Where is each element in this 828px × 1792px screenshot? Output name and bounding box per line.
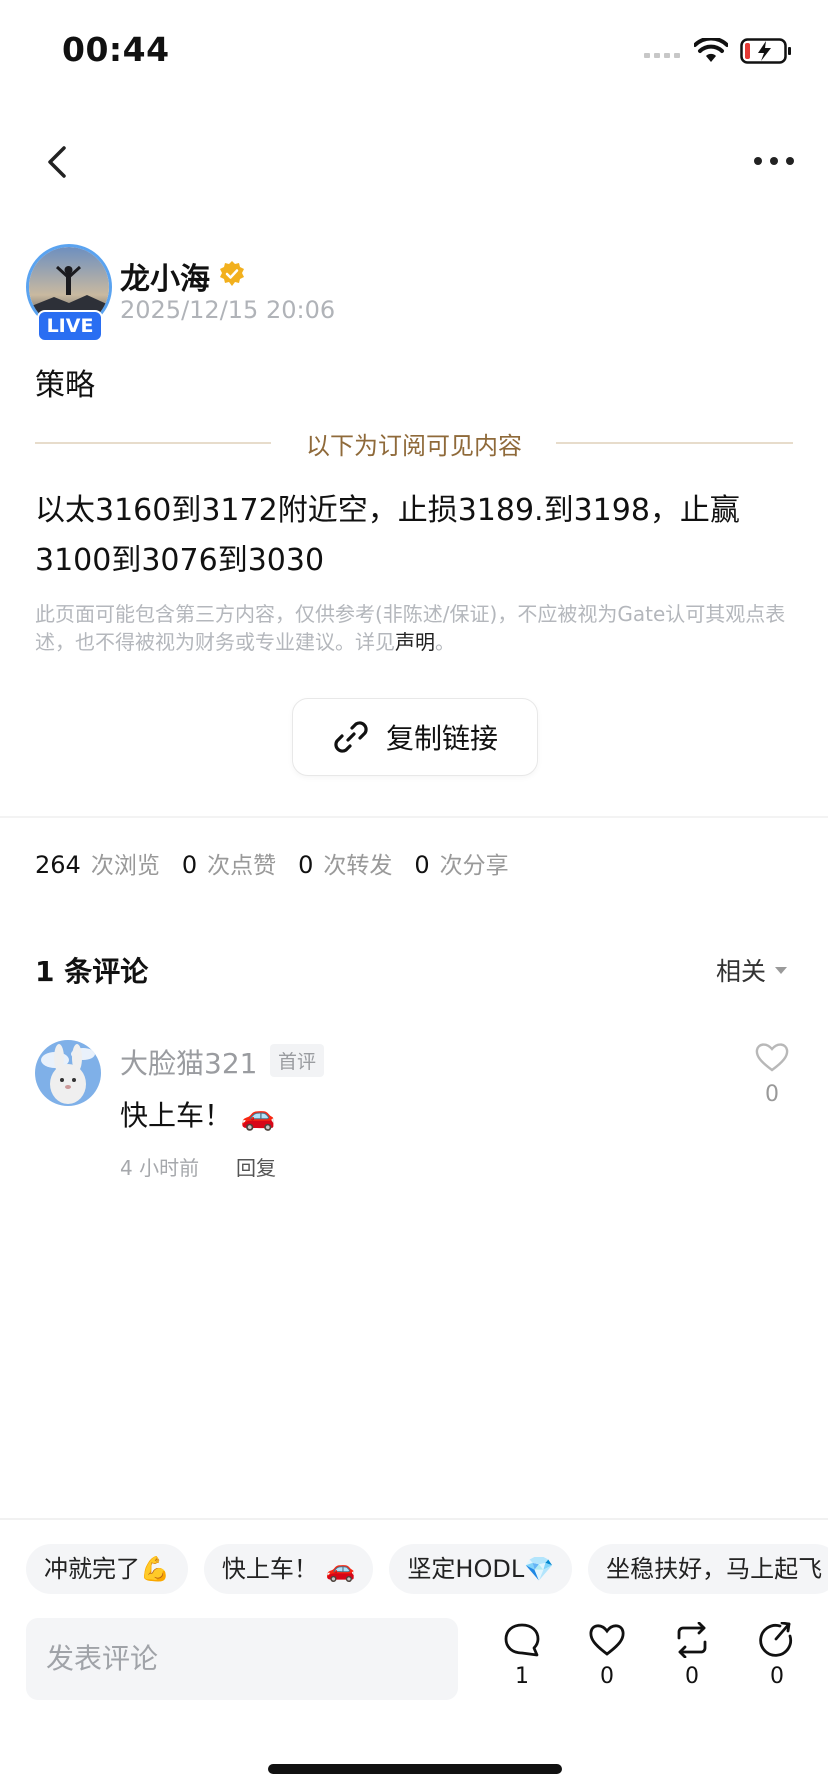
comment-input[interactable]: 发表评论 (26, 1618, 458, 1700)
post-body: 以太3160到3172附近空，止损3189.到3198，止赢3100到3076到… (35, 493, 740, 578)
comment-count: 1 (515, 1664, 529, 1689)
heart-icon (755, 1043, 789, 1072)
live-badge[interactable]: LIVE (37, 310, 103, 342)
share-count: 0 (770, 1664, 784, 1689)
repost-count: 0 (685, 1664, 699, 1689)
comment-time: 4 小时前 (120, 1156, 200, 1180)
sort-label: 相关 (715, 957, 766, 986)
comment-like-count: 0 (765, 1082, 779, 1107)
reposts-count: 0 (298, 851, 314, 879)
verified-badge-icon (218, 260, 246, 288)
more-dots-icon (754, 157, 794, 165)
back-button[interactable] (36, 140, 80, 184)
first-comment-tag: 首评 (270, 1044, 325, 1077)
disclaimer: 此页面可能包含第三方内容，仅供参考(非陈述/保证)，不应被视为Gate认可其观点… (35, 600, 795, 656)
disclaimer-link[interactable]: 声明 (395, 630, 435, 654)
subscriber-divider-text: 以下为订阅可见内容 (282, 432, 546, 460)
link-icon (334, 721, 368, 753)
comment-bubble-icon (504, 1623, 540, 1657)
copy-link-button[interactable]: 复制链接 (292, 698, 538, 776)
more-button[interactable] (750, 146, 798, 176)
post-timestamp: 2025/12/15 20:06 (120, 296, 336, 324)
heart-icon (589, 1624, 625, 1656)
disclaimer-end: 。 (435, 630, 455, 654)
status-icons (644, 36, 792, 70)
copy-link-label: 复制链接 (385, 722, 498, 755)
comment-username[interactable]: 大脸猫321 (120, 1042, 257, 1082)
avatar-image (35, 1040, 101, 1106)
comment-reply-button[interactable]: 回复 (236, 1152, 276, 1181)
quick-reply-chip[interactable]: 快上车！ 🚗 (203, 1544, 374, 1594)
home-indicator[interactable] (268, 1764, 562, 1774)
share-action-button[interactable]: 0 (752, 1622, 802, 1689)
chevron-left-icon (48, 146, 66, 178)
comment-avatar[interactable] (35, 1040, 101, 1106)
repost-action-button[interactable]: 0 (667, 1622, 717, 1689)
shares-label: 次分享 (439, 853, 509, 879)
sort-dropdown[interactable]: 相关 (716, 952, 788, 988)
likes-label: 次点赞 (207, 853, 277, 879)
caret-down-icon (775, 967, 787, 974)
quick-replies: 冲就完了💪 快上车！ 🚗 坚定HODL💎 坐稳扶好，马上起飞 (26, 1544, 828, 1594)
post-title: 策略 (35, 368, 95, 403)
bottom-bar-separator (0, 1518, 828, 1520)
author-name[interactable]: 龙小海 (120, 254, 210, 298)
reposts-label: 次转发 (323, 853, 393, 879)
comment-action-button[interactable]: 1 (497, 1622, 547, 1689)
signal-icon (644, 44, 682, 63)
section-separator (0, 816, 828, 818)
likes-count: 0 (181, 851, 198, 879)
comments-header: 1 条评论 (35, 955, 149, 988)
battery-icon (740, 38, 792, 68)
status-time: 00:44 (62, 30, 170, 69)
like-action-button[interactable]: 0 (582, 1622, 632, 1689)
shares-count: 0 (414, 851, 430, 879)
like-count: 0 (600, 1664, 614, 1689)
subscriber-divider-label: 以下为订阅可见内容 (0, 426, 828, 461)
quick-reply-chip[interactable]: 坚定HODL💎 (389, 1544, 573, 1594)
repost-icon (677, 1622, 707, 1658)
wifi-icon (693, 36, 729, 68)
views-label: 次浏览 (90, 853, 160, 879)
comment-like-button[interactable] (754, 1042, 790, 1076)
post-stats: 264 次浏览 0 次点赞 0 次转发 0 次分享 (35, 846, 509, 880)
share-icon (759, 1622, 792, 1657)
comment-text: 快上车！ 🚗 (120, 1099, 276, 1132)
views-count: 264 (35, 851, 81, 879)
quick-reply-chip[interactable]: 坐稳扶好，马上起飞 (588, 1544, 828, 1594)
quick-reply-chip[interactable]: 冲就完了💪 (26, 1544, 188, 1594)
